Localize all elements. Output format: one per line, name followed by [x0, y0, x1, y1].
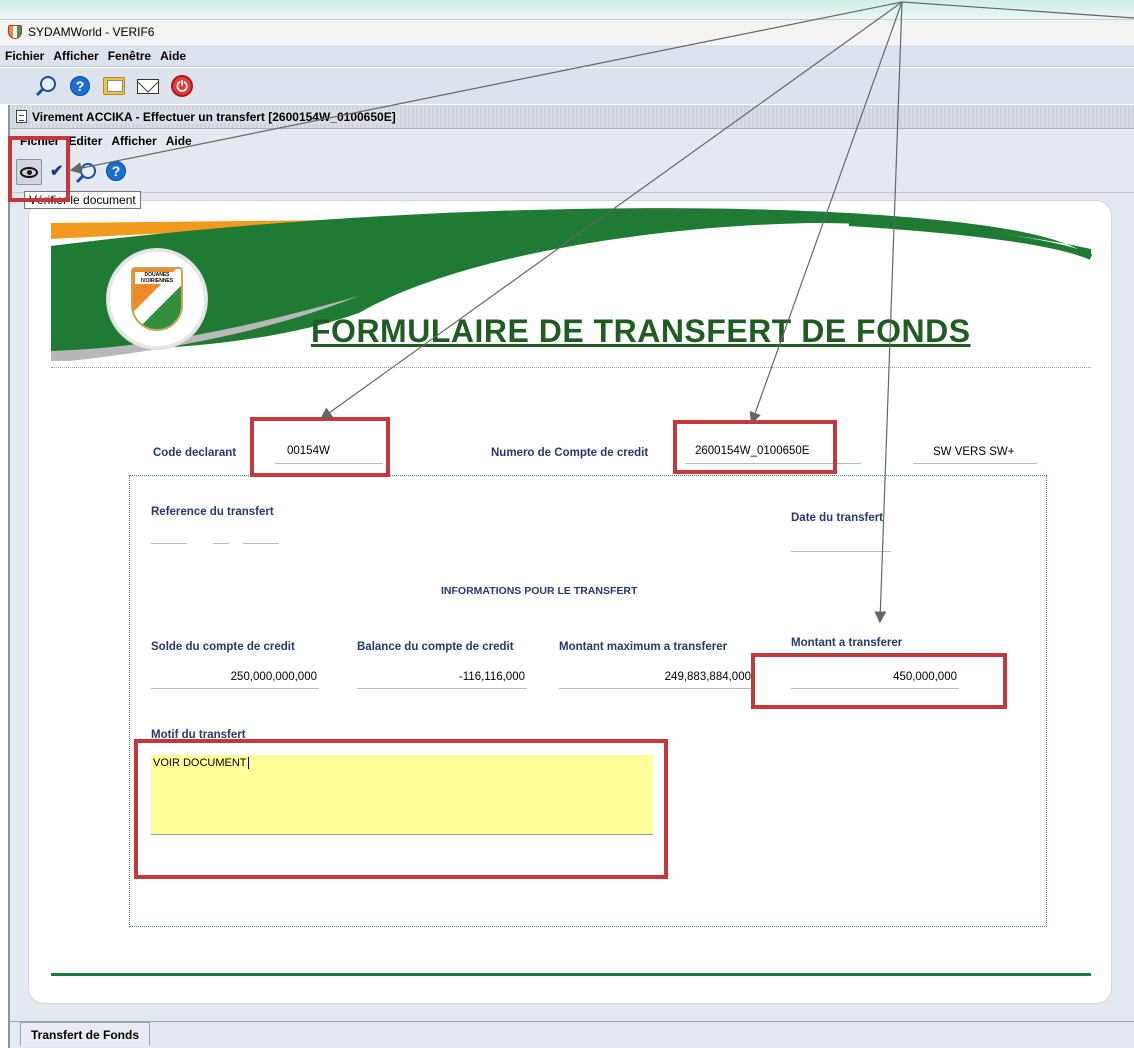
- inner-search-button[interactable]: [74, 161, 98, 185]
- document-icon: [16, 110, 27, 123]
- mail-button[interactable]: [136, 74, 160, 98]
- max-underline: [559, 688, 753, 689]
- reference-label: Reference du transfert: [151, 506, 274, 518]
- help-icon: ?: [70, 76, 90, 96]
- solde-label: Solde du compte de credit: [151, 641, 295, 653]
- max-label: Montant maximum a transferer: [559, 641, 728, 653]
- inner-titlebar: Virement ACCIKA - Effectuer un transfert…: [10, 105, 1134, 129]
- reference-field-2[interactable]: [213, 543, 229, 544]
- highlight-compte-credit: [673, 420, 837, 474]
- title-divider: [51, 367, 1091, 368]
- section-header: INFORMATIONS POUR LE TRANSFERT: [441, 585, 638, 597]
- help-button[interactable]: ?: [68, 74, 92, 98]
- footer-green-bar: [51, 973, 1091, 976]
- menu-fichier[interactable]: Fichier: [5, 49, 44, 63]
- highlight-montant: [751, 653, 1007, 709]
- search-icon: [75, 163, 96, 184]
- inner-menu-afficher[interactable]: Afficher: [111, 134, 156, 148]
- documents-button[interactable]: [102, 74, 126, 98]
- highlight-motif: [134, 739, 668, 879]
- reference-field-3[interactable]: [243, 543, 279, 544]
- search-icon: [35, 76, 56, 97]
- folder-icon: [103, 77, 125, 95]
- inner-help-button[interactable]: ?: [106, 161, 126, 181]
- menu-fenetre[interactable]: Fenêtre: [108, 49, 151, 63]
- form-title: FORMULAIRE DE TRANSFERT DE FONDS: [311, 313, 971, 349]
- sw-underline: [913, 463, 1037, 464]
- bottom-tab-line: [8, 1021, 1134, 1022]
- top-strip: [0, 0, 1134, 20]
- date-label: Date du transfert: [791, 512, 884, 524]
- inner-toolbar: ✔ ?: [10, 153, 1134, 193]
- solde-field[interactable]: 250,000,000,000: [151, 671, 317, 683]
- power-button[interactable]: ⏻: [170, 74, 194, 98]
- main-menubar: Fichier Afficher Fenêtre Aide: [0, 45, 1134, 67]
- inner-window-title: Virement ACCIKA - Effectuer un transfert…: [32, 109, 400, 124]
- mail-icon: [137, 78, 159, 94]
- search-button[interactable]: [34, 74, 58, 98]
- balance-label: Balance du compte de credit: [357, 641, 514, 653]
- menu-afficher[interactable]: Afficher: [53, 49, 98, 63]
- menu-aide[interactable]: Aide: [160, 49, 186, 63]
- max-field[interactable]: 249,883,884,000: [559, 671, 751, 683]
- solde-underline: [151, 688, 319, 689]
- inner-menu-editer[interactable]: Editer: [68, 134, 102, 148]
- highlight-eye-button: [8, 136, 70, 202]
- montant-label: Montant a transferer: [791, 637, 903, 649]
- app-title: SYDAMWorld - VERIF6: [28, 25, 155, 39]
- tab-transfert-de-fonds[interactable]: Transfert de Fonds: [20, 1022, 151, 1046]
- reference-field-1[interactable]: [151, 543, 187, 544]
- form-card: DOUANES IVOIRIENNES FORMULAIRE DE TRANSF…: [28, 200, 1112, 1004]
- code-declarant-label: Code declarant: [153, 447, 237, 459]
- douanes-shield-icon: DOUANES IVOIRIENNES: [131, 267, 183, 331]
- app-shield-icon: [8, 25, 22, 39]
- highlight-code-declarant: [250, 417, 390, 477]
- power-icon: ⏻: [171, 75, 193, 97]
- inner-window: Virement ACCIKA - Effectuer un transfert…: [8, 105, 1134, 1048]
- sw-vers-label: SW VERS SW+: [933, 446, 1015, 458]
- balance-field[interactable]: -116,116,000: [357, 671, 525, 683]
- date-field[interactable]: [791, 551, 891, 552]
- compte-credit-label: Numero de Compte de credit: [491, 447, 649, 459]
- main-toolbar: ? ⏻: [0, 68, 1134, 104]
- app-titlebar: SYDAMWorld - VERIF6: [0, 20, 1134, 44]
- douanes-logo: DOUANES IVOIRIENNES: [107, 249, 207, 349]
- inner-menu-aide[interactable]: Aide: [166, 134, 192, 148]
- balance-underline: [357, 688, 527, 689]
- inner-menubar: Fichier Editer Afficher Aide: [10, 130, 1134, 152]
